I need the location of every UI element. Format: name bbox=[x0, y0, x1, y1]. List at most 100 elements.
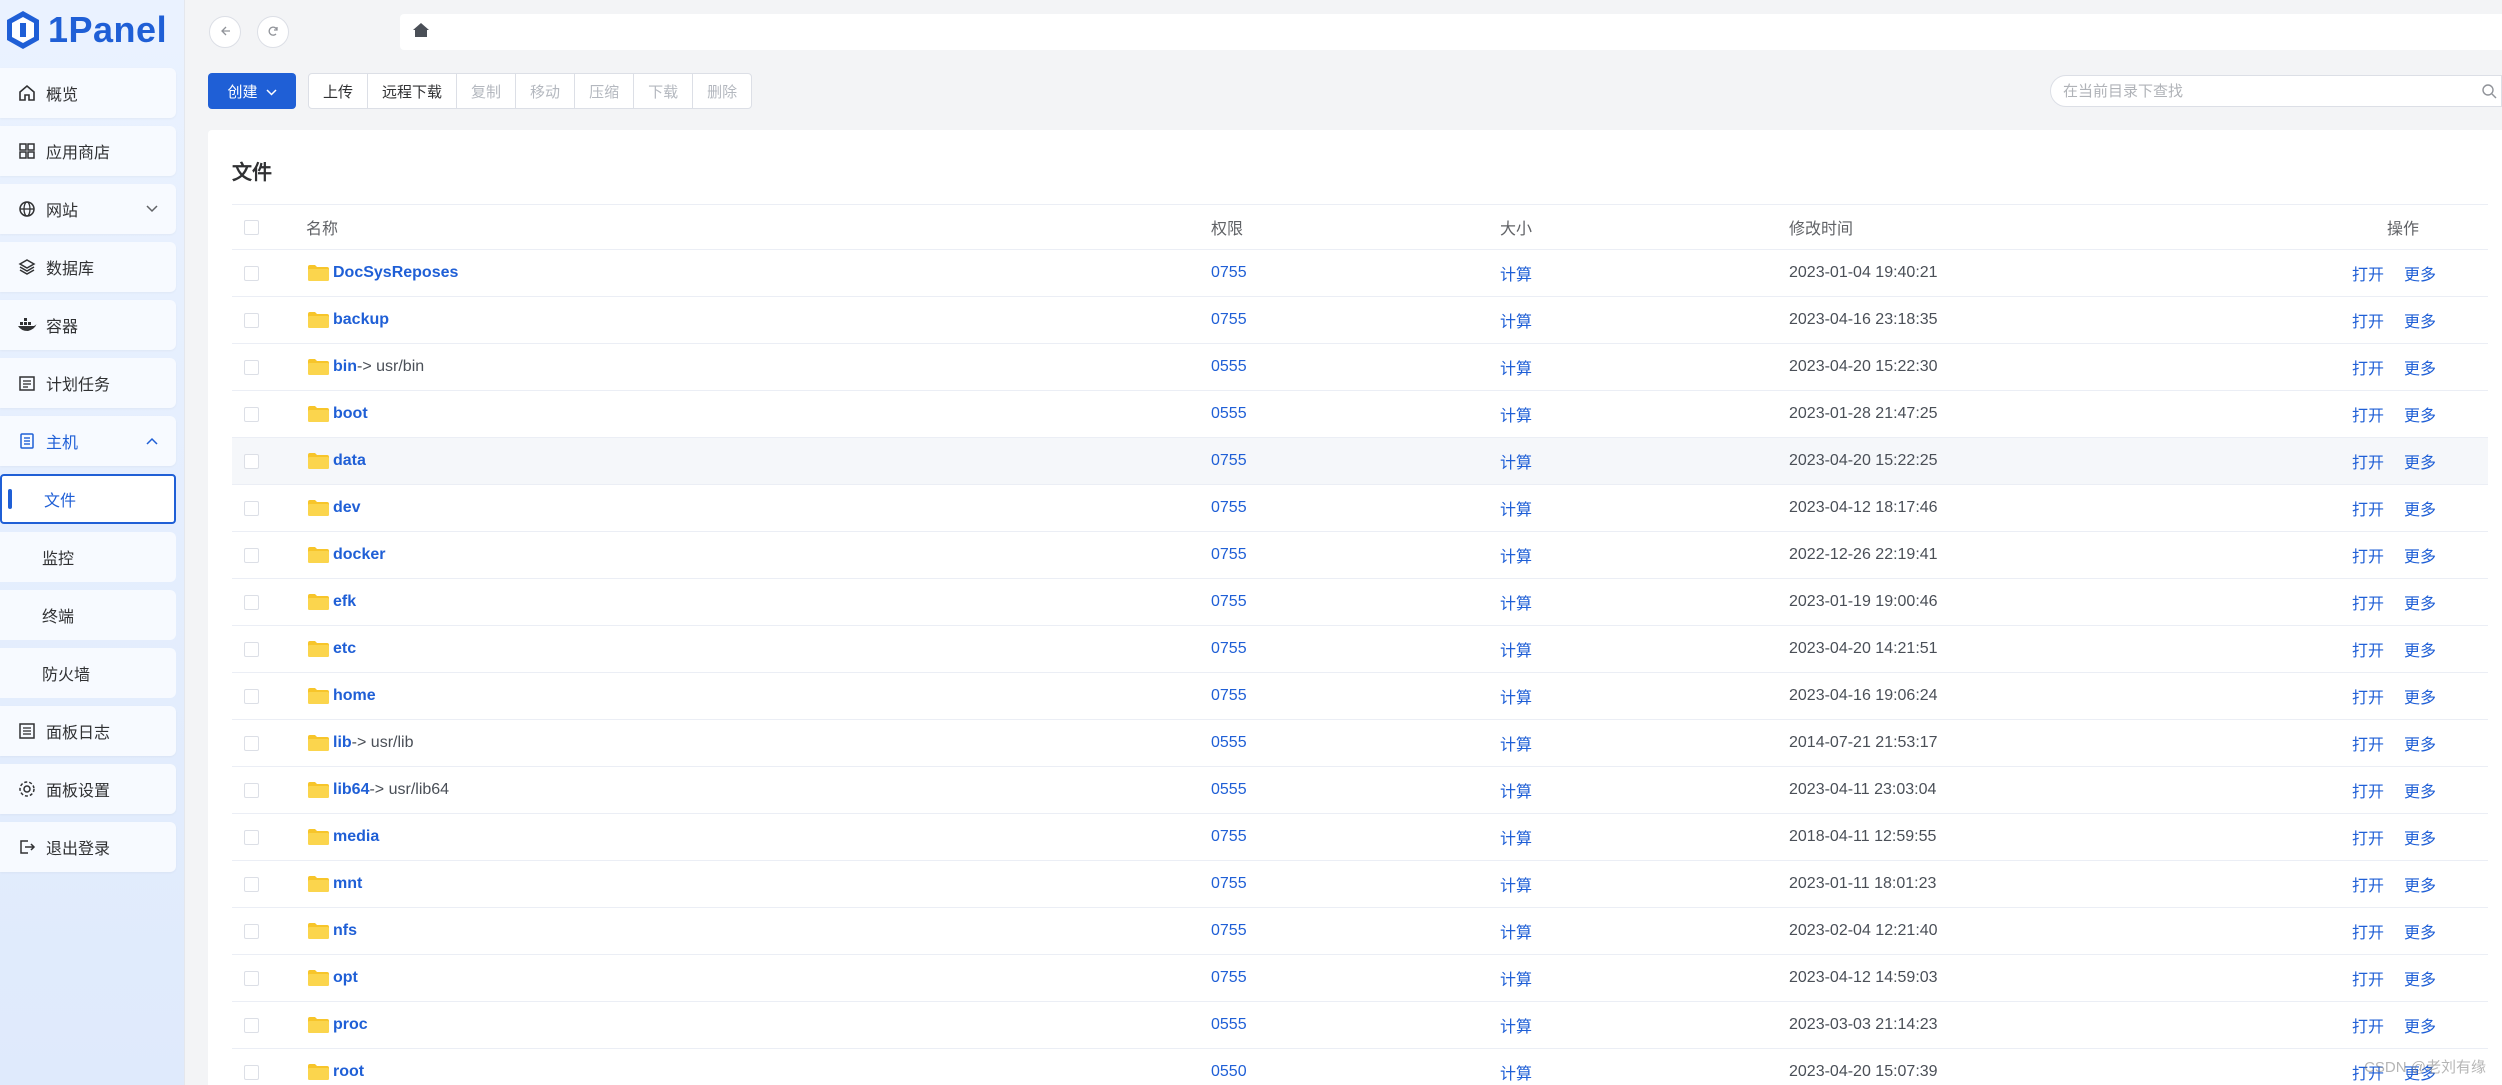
open-button[interactable]: 打开 bbox=[2352, 402, 2384, 426]
row-checkbox[interactable] bbox=[244, 876, 259, 892]
table-row[interactable]: proc 0555 计算 2023-03-03 21:14:23 打开 更多 bbox=[232, 1002, 2488, 1049]
file-name-link[interactable]: opt bbox=[333, 969, 358, 987]
calc-size-button[interactable]: 计算 bbox=[1500, 731, 1532, 755]
calc-size-button[interactable]: 计算 bbox=[1500, 449, 1532, 473]
table-row[interactable]: data 0755 计算 2023-04-20 15:22:25 打开 更多 bbox=[232, 438, 2488, 485]
sidebar-item-logout[interactable]: 退出登录 bbox=[0, 822, 176, 872]
permission-link[interactable]: 0555 bbox=[1211, 781, 1247, 799]
search-icon[interactable] bbox=[2481, 83, 2497, 104]
permission-link[interactable]: 0550 bbox=[1211, 1063, 1247, 1081]
file-name-link[interactable]: proc bbox=[333, 1016, 368, 1034]
open-button[interactable]: 打开 bbox=[2352, 449, 2384, 473]
file-name-link[interactable]: etc bbox=[333, 640, 356, 658]
permission-link[interactable]: 0555 bbox=[1211, 358, 1247, 376]
copy-button[interactable]: 复制 bbox=[457, 74, 517, 108]
file-name-link[interactable]: nfs bbox=[333, 922, 357, 940]
calc-size-button[interactable]: 计算 bbox=[1500, 543, 1532, 567]
table-row[interactable]: nfs 0755 计算 2023-02-04 12:21:40 打开 更多 bbox=[232, 908, 2488, 955]
back-button[interactable] bbox=[209, 16, 241, 48]
logo[interactable]: 1Panel bbox=[0, 0, 184, 60]
delete-button[interactable]: 删除 bbox=[693, 74, 751, 108]
open-button[interactable]: 打开 bbox=[2352, 543, 2384, 567]
sidebar-item-logs[interactable]: 面板日志 bbox=[0, 706, 176, 756]
sidebar-item-settings[interactable]: 面板设置 bbox=[0, 764, 176, 814]
open-button[interactable]: 打开 bbox=[2352, 355, 2384, 379]
table-row[interactable]: docker 0755 计算 2022-12-26 22:19:41 打开 更多 bbox=[232, 532, 2488, 579]
calc-size-button[interactable]: 计算 bbox=[1500, 308, 1532, 332]
download-button[interactable]: 下载 bbox=[634, 74, 694, 108]
row-checkbox[interactable] bbox=[244, 547, 259, 563]
sidebar-subitem-firewall[interactable]: 防火墙 bbox=[0, 648, 176, 698]
create-button[interactable]: 创建 bbox=[208, 73, 296, 109]
row-checkbox[interactable] bbox=[244, 265, 259, 281]
open-button[interactable]: 打开 bbox=[2352, 261, 2384, 285]
permission-link[interactable]: 0755 bbox=[1211, 640, 1247, 658]
row-checkbox[interactable] bbox=[244, 453, 259, 469]
open-button[interactable]: 打开 bbox=[2352, 637, 2384, 661]
calc-size-button[interactable]: 计算 bbox=[1500, 261, 1532, 285]
permission-link[interactable]: 0555 bbox=[1211, 1016, 1247, 1034]
open-button[interactable]: 打开 bbox=[2352, 966, 2384, 990]
table-row[interactable]: lib -> usr/lib 0555 计算 2014-07-21 21:53:1… bbox=[232, 720, 2488, 767]
row-checkbox[interactable] bbox=[244, 312, 259, 328]
file-name-link[interactable]: mnt bbox=[333, 875, 362, 893]
open-button[interactable]: 打开 bbox=[2352, 308, 2384, 332]
table-row[interactable]: DocSysReposes 0755 计算 2023-01-04 19:40:2… bbox=[232, 250, 2488, 297]
calc-size-button[interactable]: 计算 bbox=[1500, 966, 1532, 990]
calc-size-button[interactable]: 计算 bbox=[1500, 919, 1532, 943]
more-button[interactable]: 更多 bbox=[2404, 543, 2436, 567]
table-row[interactable]: root 0550 计算 2023-04-20 15:07:39 打开 更多 bbox=[232, 1049, 2488, 1085]
more-button[interactable]: 更多 bbox=[2404, 590, 2436, 614]
file-name-link[interactable]: DocSysReposes bbox=[333, 264, 458, 282]
file-name-link[interactable]: home bbox=[333, 687, 376, 705]
table-row[interactable]: etc 0755 计算 2023-04-20 14:21:51 打开 更多 bbox=[232, 626, 2488, 673]
permission-link[interactable]: 0555 bbox=[1211, 405, 1247, 423]
table-row[interactable]: boot 0555 计算 2023-01-28 21:47:25 打开 更多 bbox=[232, 391, 2488, 438]
table-row[interactable]: media 0755 计算 2018-04-11 12:59:55 打开 更多 bbox=[232, 814, 2488, 861]
permission-link[interactable]: 0755 bbox=[1211, 499, 1247, 517]
sidebar-subitem-monitor[interactable]: 监控 bbox=[0, 532, 176, 582]
more-button[interactable]: 更多 bbox=[2404, 637, 2436, 661]
permission-link[interactable]: 0755 bbox=[1211, 969, 1247, 987]
more-button[interactable]: 更多 bbox=[2404, 261, 2436, 285]
sidebar-item-appstore[interactable]: 应用商店 bbox=[0, 126, 176, 176]
home-icon[interactable] bbox=[412, 22, 430, 43]
open-button[interactable]: 打开 bbox=[2352, 684, 2384, 708]
sidebar-item-overview[interactable]: 概览 bbox=[0, 68, 176, 118]
more-button[interactable]: 更多 bbox=[2404, 496, 2436, 520]
permission-link[interactable]: 0755 bbox=[1211, 875, 1247, 893]
table-row[interactable]: lib64 -> usr/lib64 0555 计算 2023-04-11 23:… bbox=[232, 767, 2488, 814]
more-button[interactable]: 更多 bbox=[2404, 684, 2436, 708]
more-button[interactable]: 更多 bbox=[2404, 308, 2436, 332]
calc-size-button[interactable]: 计算 bbox=[1500, 355, 1532, 379]
file-name-link[interactable]: boot bbox=[333, 405, 368, 423]
row-checkbox[interactable] bbox=[244, 641, 259, 657]
refresh-button[interactable] bbox=[257, 16, 289, 48]
header-time[interactable]: 修改时间 bbox=[1789, 205, 1853, 249]
row-checkbox[interactable] bbox=[244, 782, 259, 798]
file-name-link[interactable]: docker bbox=[333, 546, 385, 564]
header-name[interactable]: 名称 bbox=[306, 205, 338, 249]
upload-button[interactable]: 上传 bbox=[309, 74, 369, 108]
row-checkbox[interactable] bbox=[244, 923, 259, 939]
table-row[interactable]: home 0755 计算 2023-04-16 19:06:24 打开 更多 bbox=[232, 673, 2488, 720]
open-button[interactable]: 打开 bbox=[2352, 778, 2384, 802]
calc-size-button[interactable]: 计算 bbox=[1500, 1060, 1532, 1084]
calc-size-button[interactable]: 计算 bbox=[1500, 872, 1532, 896]
remote-download-button[interactable]: 远程下载 bbox=[368, 74, 458, 108]
path-breadcrumb[interactable] bbox=[400, 14, 2502, 50]
row-checkbox[interactable] bbox=[244, 594, 259, 610]
row-checkbox[interactable] bbox=[244, 500, 259, 516]
sidebar-item-cronjob[interactable]: 计划任务 bbox=[0, 358, 176, 408]
calc-size-button[interactable]: 计算 bbox=[1500, 590, 1532, 614]
more-button[interactable]: 更多 bbox=[2404, 355, 2436, 379]
open-button[interactable]: 打开 bbox=[2352, 590, 2384, 614]
sidebar-item-database[interactable]: 数据库 bbox=[0, 242, 176, 292]
table-row[interactable]: mnt 0755 计算 2023-01-11 18:01:23 打开 更多 bbox=[232, 861, 2488, 908]
more-button[interactable]: 更多 bbox=[2404, 731, 2436, 755]
permission-link[interactable]: 0755 bbox=[1211, 593, 1247, 611]
permission-link[interactable]: 0755 bbox=[1211, 264, 1247, 282]
file-name-link[interactable]: root bbox=[333, 1063, 364, 1081]
calc-size-button[interactable]: 计算 bbox=[1500, 825, 1532, 849]
row-checkbox[interactable] bbox=[244, 1064, 259, 1080]
